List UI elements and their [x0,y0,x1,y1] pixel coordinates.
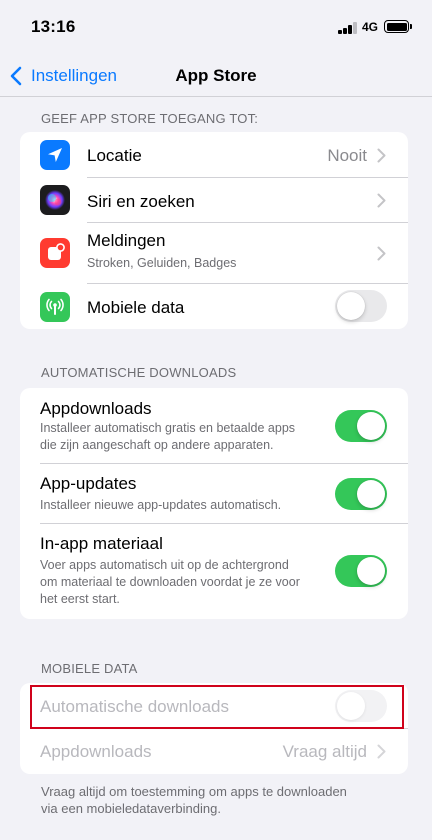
antenna-icon [40,292,70,322]
row-app-downloads-subtitle-1: Installeer automatisch gratis en betaald… [40,421,296,435]
row-in-app-content: In-app materiaal Voer apps automatisch u… [20,524,408,619]
app-downloads-toggle[interactable] [335,410,387,442]
row-in-app-content-subtitle-2: om materiaal te downloaden voordat je ze… [40,575,300,589]
row-app-downloads-subtitle-2: die zijn aangeschaft op andere apparaten… [40,438,274,452]
row-siri-title: Siri en zoeken [87,192,195,211]
row-in-app-content-subtitle-3: het eerst start. [40,592,120,606]
row-mobile-data-title: Mobiele data [87,298,185,317]
row-app-downloads-title: Appdownloads [40,399,152,418]
mobile-data-toggle[interactable] [335,290,387,322]
network-type: 4G [362,20,379,34]
row-mobile-app-downloads-value: Vraag altijd [282,742,367,761]
in-app-content-toggle[interactable] [335,555,387,587]
row-app-updates: App-updates Installeer nieuwe app-update… [20,464,408,524]
location-arrow-icon [40,140,70,170]
section-header-mobile-data: MOBIELE DATA [41,661,138,676]
row-in-app-content-subtitle-1: Voer apps automatisch uit op de achtergr… [40,558,289,572]
footer-line-2: via een mobieledataverbinding. [41,801,221,816]
row-in-app-content-title: In-app materiaal [40,534,163,553]
footer-line-1: Vraag altijd om toestemming om apps te d… [41,784,347,799]
row-mobile-app-downloads-title: Appdownloads [40,742,152,761]
battery-cap [410,24,412,29]
app-updates-toggle[interactable] [335,478,387,510]
notifications-icon [40,238,70,268]
row-app-updates-title: App-updates [40,474,137,493]
highlight-box [30,685,404,729]
section-header-auto-downloads: AUTOMATISCHE DOWNLOADS [41,365,237,380]
siri-icon [40,185,70,215]
auto-downloads-group: Appdownloads Installeer automatisch grat… [20,388,408,619]
row-location-title: Locatie [87,146,142,165]
status-time: 13:16 [31,17,76,36]
access-group: Locatie Nooit Siri en zoeken Meldingen S… [20,132,408,329]
row-notifications-subtitle: Stroken, Geluiden, Badges [87,256,237,270]
row-notifications-title: Meldingen [87,231,166,250]
row-app-updates-subtitle: Installeer nieuwe app-updates automatisc… [40,498,282,512]
mobile-data-footer-note: Vraag altijd om toestemming om apps te d… [41,783,391,817]
row-mobile-data: Mobiele data [20,284,408,329]
page-title: App Store [175,66,257,85]
navigation-bar: Instellingen App Store [0,56,432,97]
row-location-value: Nooit [327,146,367,165]
row-mobile-app-downloads[interactable]: Appdownloads Vraag altijd [20,729,408,774]
row-siri[interactable]: Siri en zoeken [20,178,408,223]
row-location[interactable]: Locatie Nooit [20,132,408,178]
chevron-right-icon [377,744,386,759]
status-bar: 13:16 4G [0,0,432,56]
chevron-right-icon [377,193,386,208]
row-app-downloads: Appdownloads Installeer automatisch grat… [20,388,408,464]
row-notifications[interactable]: Meldingen Stroken, Geluiden, Badges [20,223,408,284]
battery-icon [384,20,409,33]
chevron-right-icon [377,246,386,261]
section-header-access: GEEF APP STORE TOEGANG TOT: [41,111,259,126]
chevron-right-icon [377,148,386,163]
cellular-signal-icon [338,22,358,34]
